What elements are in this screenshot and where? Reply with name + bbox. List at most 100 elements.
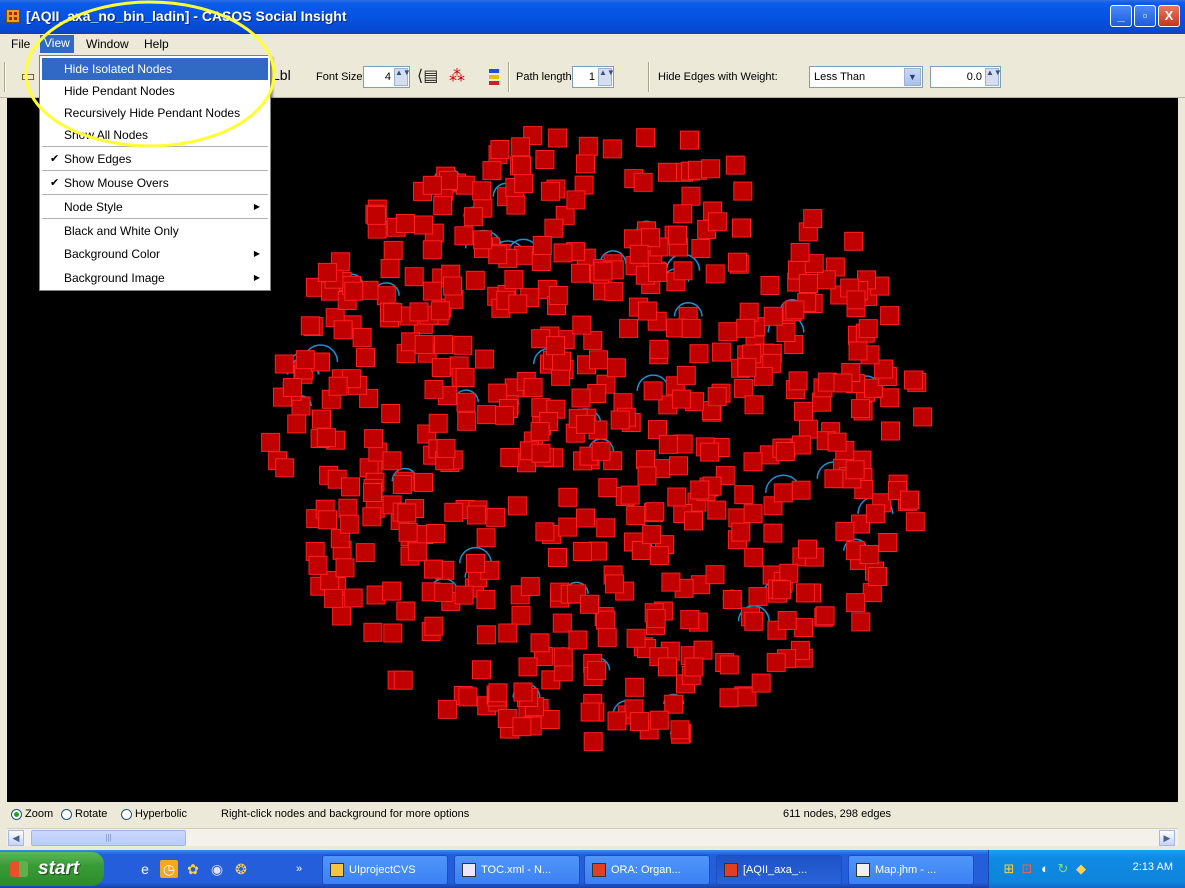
scroll-right-icon[interactable]: ▶ [1159,830,1175,846]
graph-node[interactable] [544,218,564,238]
title-bar[interactable]: [AQII_axa_no_bin_ladin] - CASOS Social I… [0,0,1185,34]
graph-node[interactable] [366,205,386,225]
graph-node[interactable] [728,252,747,272]
graph-node[interactable] [629,712,649,732]
graph-node[interactable] [905,512,925,532]
menu-view[interactable]: View [40,35,74,53]
graph-node[interactable] [407,542,427,562]
graph-node[interactable] [414,472,433,492]
view-menu-item-node-style[interactable]: Node Style ▶ [42,196,268,218]
rotate-radio[interactable] [61,809,72,820]
scroll-thumb[interactable]: ||| [31,830,186,846]
graph-node[interactable] [339,514,359,534]
graph-node[interactable] [649,339,669,359]
graph-node[interactable] [803,209,823,229]
graph-node[interactable] [798,274,818,293]
graph-node[interactable] [364,429,384,449]
graph-node[interactable] [580,702,600,722]
view-menu-item-show-edges[interactable]: ✔ Show Edges [42,148,268,170]
media-icon[interactable]: ✿ [184,860,202,878]
graph-node[interactable] [392,475,412,494]
graph-node[interactable] [356,348,375,368]
zoom-label[interactable]: Zoom [25,808,53,820]
graph-node[interactable] [763,523,783,543]
graph-node[interactable] [434,335,453,355]
graph-node[interactable] [409,302,429,322]
graph-node[interactable] [760,276,780,295]
graph-node[interactable] [684,511,703,531]
graph-node[interactable] [382,581,402,601]
graph-node[interactable] [572,542,592,561]
graph-node[interactable] [506,195,526,215]
graph-node[interactable] [426,524,446,543]
sync-icon[interactable]: ↻ [1055,861,1071,877]
graph-node[interactable] [664,694,684,714]
graph-node[interactable] [518,657,538,677]
graph-node[interactable] [507,496,527,516]
graph-node[interactable] [433,196,453,216]
graph-node[interactable] [690,480,710,500]
graph-node[interactable] [794,401,813,421]
graph-node[interactable] [424,616,444,636]
graph-node[interactable] [763,306,783,326]
graph-node[interactable] [474,349,494,369]
clock[interactable]: 2:13 AM [1133,861,1173,873]
graph-node[interactable] [352,327,372,347]
chevron-down-icon[interactable]: ▼ [904,68,921,86]
graph-node[interactable] [798,539,817,559]
graph-node[interactable] [790,243,810,262]
quicklaunch-icon[interactable]: ❂ [232,860,250,878]
graph-node[interactable] [700,442,720,462]
graph-node[interactable] [620,485,640,505]
graph-node[interactable] [424,379,444,399]
graph-node[interactable] [732,218,751,238]
graph-node[interactable] [626,506,646,526]
graph-node[interactable] [722,590,742,609]
graph-node[interactable] [597,627,617,647]
graph-node[interactable] [396,601,416,621]
graph-node[interactable] [824,469,844,489]
graph-node[interactable] [707,500,727,520]
graph-node[interactable] [355,543,375,563]
graph-node[interactable] [455,175,475,195]
graph-node[interactable] [275,458,295,478]
graph-node[interactable] [734,485,754,505]
graph-node[interactable] [274,354,294,374]
graph-node[interactable] [788,371,808,391]
graph-node[interactable] [318,510,338,530]
graph-node[interactable] [466,505,486,525]
menu-file[interactable]: File [11,37,30,51]
graph-node[interactable] [610,410,630,430]
graph-node[interactable] [667,487,687,507]
browser-icon[interactable]: ◉ [208,860,226,878]
graph-node[interactable] [591,441,611,461]
graph-node[interactable] [900,490,919,510]
graph-node[interactable] [575,414,595,434]
hyperbolic-radio[interactable] [121,809,132,820]
graph-node[interactable] [576,508,595,528]
graph-node[interactable] [437,699,457,719]
graph-node[interactable] [472,660,491,680]
graph-node[interactable] [404,267,424,287]
graph-node[interactable] [748,587,768,607]
graph-node[interactable] [673,261,693,281]
graph-node[interactable] [473,230,493,250]
graph-node[interactable] [558,487,578,507]
graph-node[interactable] [476,589,496,609]
graph-node[interactable] [316,428,336,448]
graph-node[interactable] [578,136,598,156]
graph-node[interactable] [488,683,508,703]
graph-node[interactable] [649,546,669,566]
graph-node[interactable] [681,186,701,206]
graph-node[interactable] [511,605,531,625]
weight-spin-arrows-icon[interactable]: ▲▼ [985,68,1002,86]
graph-node[interactable] [658,657,677,677]
zoom-radio[interactable] [11,809,22,820]
graph-node[interactable] [530,633,550,653]
graph-node[interactable] [520,577,540,597]
graph-node[interactable] [607,711,627,731]
view-menu-item-hide-pendant-nodes[interactable]: Hide Pendant Nodes [42,80,268,102]
graph-node[interactable] [827,432,847,452]
graph-node[interactable] [333,320,353,340]
graph-node[interactable] [848,341,868,361]
